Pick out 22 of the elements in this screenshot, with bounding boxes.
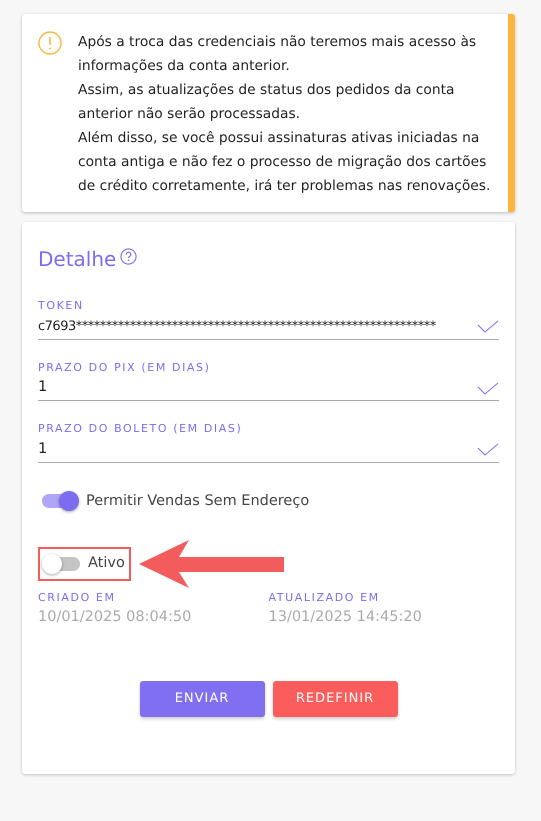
field-label: PRAZO DO BOLETO (EM DIAS) bbox=[38, 421, 244, 437]
warning-icon bbox=[38, 31, 62, 55]
text-field[interactable]: 1 bbox=[38, 377, 473, 399]
date-label: CRIADO EM bbox=[38, 590, 117, 606]
toggle-switch[interactable] bbox=[44, 557, 80, 572]
toggle-label: Ativo bbox=[88, 554, 125, 574]
date-label: ATUALIZADO EM bbox=[268, 590, 381, 606]
field-label: PRAZO DO PIX (EM DIAS) bbox=[38, 360, 212, 376]
date-value: 13/01/2025 14:45:20 bbox=[268, 608, 423, 627]
date-value: 10/01/2025 08:04:50 bbox=[38, 608, 192, 627]
help-icon[interactable] bbox=[120, 248, 138, 266]
section-title: Detalhe bbox=[38, 246, 116, 273]
arrow-icon bbox=[138, 540, 284, 588]
text-field[interactable]: c7693************************************************************ bbox=[38, 316, 473, 336]
field-label: TOKEN bbox=[38, 298, 85, 314]
text-field[interactable]: 1 bbox=[38, 438, 473, 460]
toggle-label: Permitir Vendas Sem Endereço bbox=[86, 492, 310, 510]
alert-text: Após a troca das credenciais não teremos mais acesso às informações da conta anterior. bbox=[78, 33, 478, 76]
toggle-switch[interactable] bbox=[42, 494, 78, 508]
submit-button[interactable]: ENVIAR bbox=[140, 680, 264, 716]
alert-text: Além disso, se você possui assinaturas ativas iniciadas na conta antiga e não fez o processo de migração dos cartões de crédito corretamente, irá ter problemas nas renovações. bbox=[78, 129, 492, 196]
alert-text: Assim, as atualizações de status dos pedidos da conta anterior não serão processadas. bbox=[78, 81, 456, 124]
